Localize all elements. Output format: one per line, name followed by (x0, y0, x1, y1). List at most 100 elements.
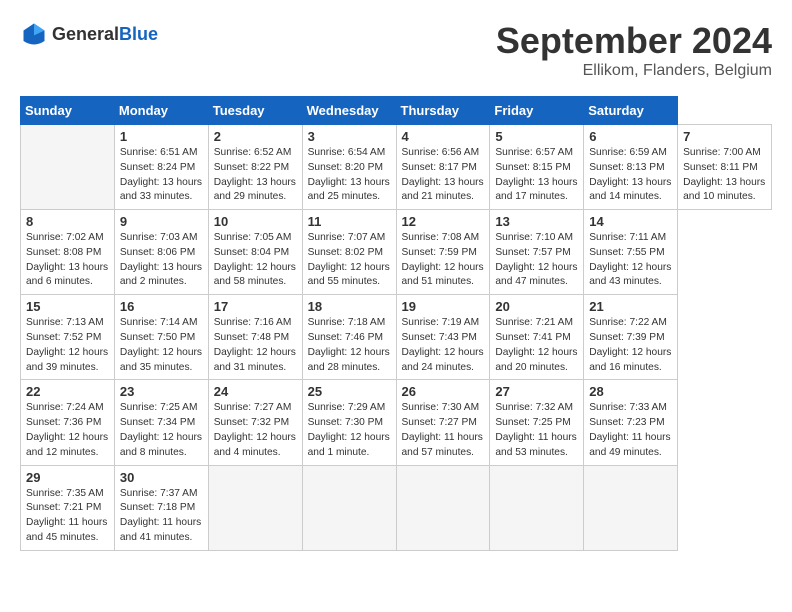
calendar-week-3: 22Sunrise: 7:24 AMSunset: 7:36 PMDayligh… (21, 380, 772, 465)
calendar-cell: 11 Sunrise: 7:07 AMSunset: 8:02 PMDayligh… (302, 210, 396, 295)
day-info: Sunrise: 7:21 AMSunset: 7:41 PMDaylight:… (495, 316, 578, 375)
day-info: Sunrise: 7:05 AMSunset: 8:04 PMDaylight:… (214, 231, 297, 290)
day-number: 8 (26, 214, 109, 229)
day-number: 28 (589, 384, 672, 399)
day-number: 23 (120, 384, 203, 399)
logo-icon (20, 20, 48, 48)
day-number: 12 (402, 214, 485, 229)
calendar-cell: 13Sunrise: 7:10 AMSunset: 7:57 PMDayligh… (490, 210, 584, 295)
day-info: Sunrise: 6:54 AMSunset: 8:20 PMDaylight:… (308, 146, 391, 205)
day-number: 22 (26, 384, 109, 399)
day-number: 4 (402, 129, 485, 144)
day-number: 30 (120, 470, 203, 485)
day-number: 9 (120, 214, 203, 229)
day-info: Sunrise: 6:57 AMSunset: 8:15 PMDaylight:… (495, 146, 578, 205)
day-info: Sunrise: 7:14 AMSunset: 7:50 PMDaylight:… (120, 316, 203, 375)
calendar-cell: 29 Sunrise: 7:35 AMSunset: 7:21 PMDayligh… (21, 465, 115, 550)
calendar-cell: 10 Sunrise: 7:05 AMSunset: 8:04 PMDayligh… (208, 210, 302, 295)
day-info: Sunrise: 7:03 AMSunset: 8:06 PMDaylight:… (120, 231, 203, 290)
day-info: Sunrise: 7:22 AMSunset: 7:39 PMDaylight:… (589, 316, 672, 375)
calendar-cell: 23 Sunrise: 7:25 AMSunset: 7:34 PMDayligh… (114, 380, 208, 465)
header-saturday: Saturday (584, 97, 678, 125)
day-info: Sunrise: 7:27 AMSunset: 7:32 PMDaylight:… (214, 401, 297, 460)
day-info: Sunrise: 7:18 AMSunset: 7:46 PMDaylight:… (308, 316, 391, 375)
header-sunday: Sunday (21, 97, 115, 125)
calendar-week-1: 8 Sunrise: 7:02 AMSunset: 8:08 PMDaylight… (21, 210, 772, 295)
calendar-cell: 30 Sunrise: 7:37 AMSunset: 7:18 PMDayligh… (114, 465, 208, 550)
calendar-cell: 9 Sunrise: 7:03 AMSunset: 8:06 PMDaylight… (114, 210, 208, 295)
day-number: 10 (214, 214, 297, 229)
header-wednesday: Wednesday (302, 97, 396, 125)
day-info: Sunrise: 6:59 AMSunset: 8:13 PMDaylight:… (589, 146, 672, 205)
day-number: 25 (308, 384, 391, 399)
day-number: 5 (495, 129, 578, 144)
day-info: Sunrise: 7:16 AMSunset: 7:48 PMDaylight:… (214, 316, 297, 375)
day-number: 17 (214, 299, 297, 314)
day-info: Sunrise: 6:52 AMSunset: 8:22 PMDaylight:… (214, 146, 297, 205)
day-number: 29 (26, 470, 109, 485)
day-number: 2 (214, 129, 297, 144)
day-info: Sunrise: 7:13 AMSunset: 7:52 PMDaylight:… (26, 316, 109, 375)
calendar-cell: 12 Sunrise: 7:08 AMSunset: 7:59 PMDayligh… (396, 210, 490, 295)
day-info: Sunrise: 6:56 AMSunset: 8:17 PMDaylight:… (402, 146, 485, 205)
header-friday: Friday (490, 97, 584, 125)
calendar-cell: 21Sunrise: 7:22 AMSunset: 7:39 PMDayligh… (584, 295, 678, 380)
logo: GeneralBlue (20, 20, 158, 48)
day-number: 7 (683, 129, 766, 144)
day-number: 11 (308, 214, 391, 229)
calendar-cell: 20 Sunrise: 7:21 AMSunset: 7:41 PMDayligh… (490, 295, 584, 380)
day-info: Sunrise: 7:19 AMSunset: 7:43 PMDaylight:… (402, 316, 485, 375)
calendar-cell: 14Sunrise: 7:11 AMSunset: 7:55 PMDayligh… (584, 210, 678, 295)
calendar-cell (396, 465, 490, 550)
calendar-cell (21, 125, 115, 210)
day-number: 27 (495, 384, 578, 399)
calendar-cell (208, 465, 302, 550)
day-number: 1 (120, 129, 203, 144)
calendar-cell (490, 465, 584, 550)
calendar-cell: 6 Sunrise: 6:59 AMSunset: 8:13 PMDaylight… (584, 125, 678, 210)
calendar-cell: 7Sunrise: 7:00 AMSunset: 8:11 PMDaylight… (678, 125, 772, 210)
day-number: 6 (589, 129, 672, 144)
month-title: September 2024 (496, 20, 772, 62)
calendar-cell (302, 465, 396, 550)
calendar-cell: 5 Sunrise: 6:57 AMSunset: 8:15 PMDaylight… (490, 125, 584, 210)
header-thursday: Thursday (396, 97, 490, 125)
calendar-cell: 3 Sunrise: 6:54 AMSunset: 8:20 PMDaylight… (302, 125, 396, 210)
calendar-week-2: 15 Sunrise: 7:13 AMSunset: 7:52 PMDayligh… (21, 295, 772, 380)
day-number: 16 (120, 299, 203, 314)
calendar-cell: 4 Sunrise: 6:56 AMSunset: 8:17 PMDaylight… (396, 125, 490, 210)
day-info: Sunrise: 7:35 AMSunset: 7:21 PMDaylight:… (26, 487, 109, 546)
logo-general: General (52, 24, 119, 44)
calendar-week-0: 1Sunrise: 6:51 AMSunset: 8:24 PMDaylight… (21, 125, 772, 210)
calendar-cell: 19Sunrise: 7:19 AMSunset: 7:43 PMDayligh… (396, 295, 490, 380)
logo-blue: Blue (119, 24, 158, 44)
calendar-cell: 22Sunrise: 7:24 AMSunset: 7:36 PMDayligh… (21, 380, 115, 465)
calendar-cell: 8 Sunrise: 7:02 AMSunset: 8:08 PMDaylight… (21, 210, 115, 295)
day-number: 3 (308, 129, 391, 144)
day-info: Sunrise: 7:25 AMSunset: 7:34 PMDaylight:… (120, 401, 203, 460)
header-tuesday: Tuesday (208, 97, 302, 125)
calendar-cell: 27 Sunrise: 7:32 AMSunset: 7:25 PMDayligh… (490, 380, 584, 465)
day-number: 24 (214, 384, 297, 399)
calendar-cell: 25 Sunrise: 7:29 AMSunset: 7:30 PMDayligh… (302, 380, 396, 465)
day-number: 20 (495, 299, 578, 314)
day-info: Sunrise: 7:07 AMSunset: 8:02 PMDaylight:… (308, 231, 391, 290)
day-info: Sunrise: 7:02 AMSunset: 8:08 PMDaylight:… (26, 231, 109, 290)
calendar-cell: 1Sunrise: 6:51 AMSunset: 8:24 PMDaylight… (114, 125, 208, 210)
calendar-cell: 2 Sunrise: 6:52 AMSunset: 8:22 PMDaylight… (208, 125, 302, 210)
day-info: Sunrise: 7:32 AMSunset: 7:25 PMDaylight:… (495, 401, 578, 460)
calendar-table: SundayMondayTuesdayWednesdayThursdayFrid… (20, 96, 772, 551)
day-number: 15 (26, 299, 109, 314)
day-info: Sunrise: 7:33 AMSunset: 7:23 PMDaylight:… (589, 401, 672, 460)
calendar-cell: 24 Sunrise: 7:27 AMSunset: 7:32 PMDayligh… (208, 380, 302, 465)
day-info: Sunrise: 7:10 AMSunset: 7:57 PMDaylight:… (495, 231, 578, 290)
day-number: 14 (589, 214, 672, 229)
location-title: Ellikom, Flanders, Belgium (496, 62, 772, 80)
day-info: Sunrise: 7:08 AMSunset: 7:59 PMDaylight:… (402, 231, 485, 290)
calendar-cell (584, 465, 678, 550)
page-header: GeneralBlue September 2024 Ellikom, Flan… (20, 20, 772, 80)
calendar-week-4: 29 Sunrise: 7:35 AMSunset: 7:21 PMDayligh… (21, 465, 772, 550)
day-info: Sunrise: 7:29 AMSunset: 7:30 PMDaylight:… (308, 401, 391, 460)
calendar-header-row: SundayMondayTuesdayWednesdayThursdayFrid… (21, 97, 772, 125)
day-info: Sunrise: 7:37 AMSunset: 7:18 PMDaylight:… (120, 487, 203, 546)
